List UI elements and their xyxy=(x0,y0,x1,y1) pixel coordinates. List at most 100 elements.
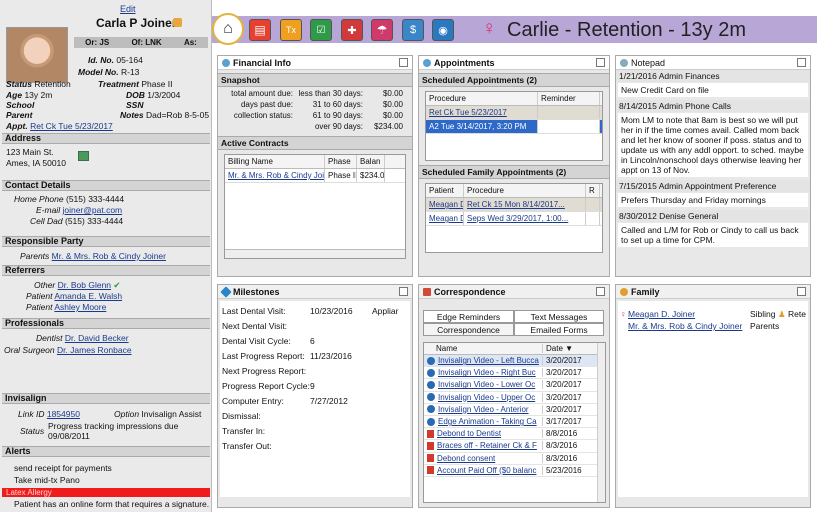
family-appt-patient[interactable]: Meagan D. xyxy=(426,212,464,225)
column-header[interactable]: Reminder xyxy=(538,92,600,105)
note-item[interactable]: 8/14/2015 Admin Phone Calls Mom LM to not… xyxy=(616,100,810,177)
panel-checkbox[interactable] xyxy=(596,287,605,296)
tx-icon[interactable]: Tx xyxy=(280,19,302,41)
edit-link[interactable]: Edit xyxy=(120,4,136,14)
horizontal-scrollbar[interactable] xyxy=(225,249,405,258)
professional-link[interactable]: Dr. James Ronbace xyxy=(57,345,132,355)
family-appts-header: Scheduled Family Appointments (2) xyxy=(419,165,609,179)
column-header[interactable]: Patient xyxy=(426,184,464,197)
correspondence-row[interactable]: Account Paid Off ($0 balanc 5/23/2016 xyxy=(424,465,605,477)
correspondence-row[interactable]: Debond consent 8/3/2016 xyxy=(424,453,605,465)
correspondence-name[interactable]: Invisalign Video - Right Buc xyxy=(438,368,536,377)
correspondence-name[interactable]: Invisalign Video - Lower Oc xyxy=(438,380,535,389)
correspondence-row[interactable]: Invisalign Video - Anterior 3/20/2017 xyxy=(424,404,605,416)
patient-sidebar: Edit Carla P Joiner Or: JS Of: LNK As: I… xyxy=(0,0,212,512)
link-id-value[interactable]: 1854950 xyxy=(47,409,80,419)
note-body: New Credit Card on file xyxy=(618,83,808,97)
tab-correspondence[interactable]: Correspondence xyxy=(423,323,514,336)
correspondence-row[interactable]: Invisalign Video - Left Bucca 3/20/2017 xyxy=(424,355,605,368)
document-icon[interactable]: ▤ xyxy=(249,19,271,41)
contact-value: (515) 333-4444 xyxy=(66,194,125,204)
email-link[interactable]: joiner@pat.com xyxy=(62,205,122,215)
column-header[interactable]: Name xyxy=(424,344,542,353)
column-header[interactable]: Balan xyxy=(357,155,385,168)
contract-link[interactable]: Mr. & Mrs. Rob & Cindy Joiner xyxy=(225,169,325,182)
column-header[interactable]: Date ▼ xyxy=(542,344,600,353)
parents-link[interactable]: Mr. & Mrs. Rob & Cindy Joiner xyxy=(52,251,166,261)
notes-value: Dad=Rob 8-5-05 xyxy=(146,110,210,120)
correspondence-name[interactable]: Invisalign Video - Left Bucca xyxy=(438,356,539,365)
correspondence-name[interactable]: Invisalign Video - Anterior xyxy=(438,405,529,414)
alerts-header: Alerts xyxy=(2,446,210,457)
appointment-row[interactable]: Ret Ck Tue 5/23/2017 xyxy=(426,106,538,119)
column-header[interactable]: Procedure xyxy=(426,92,538,105)
tab-edge-reminders[interactable]: Edge Reminders xyxy=(423,310,514,323)
pencil-icon[interactable] xyxy=(173,18,182,27)
vertical-scrollbar[interactable] xyxy=(597,343,605,502)
home-icon[interactable]: ⌂ xyxy=(212,13,244,45)
snapshot-amount: $0.00 xyxy=(382,100,403,109)
correspondence-name[interactable]: Edge Animation - Taking Ca xyxy=(438,417,537,426)
tab-emailed-forms[interactable]: Emailed Forms xyxy=(514,323,604,336)
family-appt-procedure[interactable]: Ret Ck 15 Mon 8/14/2017... xyxy=(464,198,586,211)
family-icon xyxy=(620,287,628,296)
referrer-label: Patient xyxy=(26,302,53,312)
dollar-icon[interactable]: $ xyxy=(402,19,424,41)
correspondence-row[interactable]: Debond to Dentist 8/8/2016 xyxy=(424,428,605,441)
map-icon[interactable] xyxy=(78,151,89,161)
family-member-link[interactable]: Mr. & Mrs. Rob & Cindy Joiner xyxy=(628,321,750,333)
panel-checkbox[interactable] xyxy=(596,58,605,67)
correspondence-row[interactable]: Invisalign Video - Upper Oc 3/20/2017 xyxy=(424,392,605,404)
note-header: 8/14/2015 Admin Phone Calls xyxy=(616,100,810,112)
camera-icon[interactable]: ◉ xyxy=(432,19,454,41)
appointment-row[interactable]: A2 Tue 3/14/2017, 3:20 PM xyxy=(426,120,538,133)
column-header[interactable]: Billing Name xyxy=(225,155,325,168)
milestone-label: Dismissal: xyxy=(222,411,261,421)
referrer-label: Other xyxy=(34,280,56,290)
correspondence-name[interactable]: Debond consent xyxy=(437,454,495,463)
family-appt-procedure[interactable]: Seps Wed 3/29/2017, 1:00... xyxy=(464,212,586,225)
column-header[interactable]: R xyxy=(586,184,600,197)
note-item[interactable]: 7/15/2015 Admin Appointment Preference Pr… xyxy=(616,180,810,207)
correspondence-rows: Invisalign Video - Left Bucca 3/20/2017 In… xyxy=(424,355,605,477)
correspondence-name[interactable]: Debond to Dentist xyxy=(437,429,501,438)
model-label: Model No. xyxy=(78,67,119,77)
column-header[interactable]: Phase xyxy=(325,155,357,168)
contact-value: (515) 333-4444 xyxy=(64,216,124,226)
umbrella-icon[interactable]: ☂ xyxy=(371,19,393,41)
tab-text-messages[interactable]: Text Messages xyxy=(514,310,604,323)
correspondence-row[interactable]: Braces off - Retainer Ck & F 8/3/2016 xyxy=(424,440,605,453)
note-item[interactable]: 8/30/2012 Denise General Called and L/M f… xyxy=(616,210,810,247)
milestones-panel: Milestones Last Dental Visit: 10/23/2016 A… xyxy=(217,284,413,508)
milestone-value: 6 xyxy=(310,336,315,346)
family-member-link[interactable]: Meagan D. Joiner xyxy=(628,309,750,321)
correspondence-date: 8/3/2016 xyxy=(542,441,602,451)
correspondence-name[interactable]: Invisalign Video - Upper Oc xyxy=(438,393,535,402)
referrer-link[interactable]: Ashley Moore xyxy=(54,302,106,312)
note-item[interactable]: 1/21/2016 Admin Finances New Credit Card … xyxy=(616,70,810,97)
age-label: Age xyxy=(6,90,23,100)
correspondence-row[interactable]: Edge Animation - Taking Ca 3/17/2017 xyxy=(424,416,605,429)
referrer-link[interactable]: Amanda E. Walsh xyxy=(54,291,122,301)
appointments-icon xyxy=(423,58,431,67)
scheduled-table: Procedure Reminder Ret Ck Tue 5/23/2017 A… xyxy=(425,91,603,161)
referrer-link[interactable]: Dr. Bob Glenn xyxy=(58,280,111,290)
appt-link[interactable]: Ret Ck Tue 5/23/2017 xyxy=(30,121,113,131)
correspondence-date: 5/23/2016 xyxy=(542,465,602,475)
check-card-icon[interactable]: ☑ xyxy=(310,19,332,41)
scheduled-header: Scheduled Appointments (2) xyxy=(419,73,609,87)
snapshot-range: 61 to 90 days: xyxy=(312,111,363,120)
panel-checkbox[interactable] xyxy=(797,58,806,67)
family-appt-patient[interactable]: Meagan D. xyxy=(426,198,464,211)
panel-checkbox[interactable] xyxy=(399,58,408,67)
correspondence-row[interactable]: Invisalign Video - Lower Oc 3/20/2017 xyxy=(424,379,605,392)
column-header[interactable]: Procedure xyxy=(464,184,586,197)
panel-checkbox[interactable] xyxy=(797,287,806,296)
panel-checkbox[interactable] xyxy=(399,287,408,296)
correspondence-row[interactable]: Invisalign Video - Right Buc 3/20/2017 xyxy=(424,367,605,380)
pdf-icon xyxy=(427,466,434,475)
correspondence-name[interactable]: Braces off - Retainer Ck & F xyxy=(437,441,537,450)
correspondence-name[interactable]: Account Paid Off ($0 balanc xyxy=(437,466,536,475)
professional-link[interactable]: Dr. David Becker xyxy=(65,333,129,343)
pills-icon[interactable]: ✚ xyxy=(341,19,363,41)
